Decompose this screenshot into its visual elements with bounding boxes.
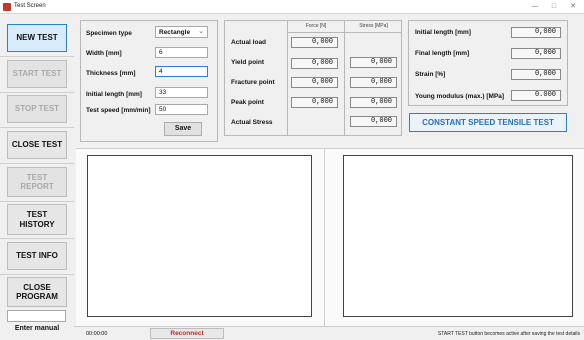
new-test-label: NEW TEST: [16, 33, 58, 43]
width-input[interactable]: 6: [155, 47, 208, 58]
sidebar-divider: [0, 201, 74, 202]
test-history-button[interactable]: TEST HISTORY: [7, 204, 67, 235]
save-button[interactable]: Save: [164, 122, 202, 136]
start-test-button[interactable]: START TEST: [7, 60, 67, 88]
result-initial-length-label: Initial length [mm]: [415, 29, 471, 36]
test-info-label: TEST INFO: [16, 251, 58, 261]
test-history-label: TEST HISTORY: [19, 210, 55, 229]
result-initial-length-value: 0,000: [511, 27, 561, 38]
sidebar-divider: [0, 274, 74, 275]
chart-divider: [324, 148, 325, 326]
test-report-label: TEST REPORT: [20, 172, 54, 191]
stress-chart-canvas: [343, 155, 573, 317]
close-program-label: CLOSE PROGRAM: [16, 282, 58, 301]
peak-force-value: 0,000: [291, 97, 338, 108]
stress-column-header: Stress [MPa]: [359, 23, 388, 29]
width-label: Width [mm]: [86, 50, 122, 57]
actual-load-label: Actual load: [231, 39, 267, 46]
title-bar: Test Screen — □ ✕: [0, 0, 584, 14]
actual-stress-label: Actual Stress: [231, 119, 273, 126]
sidebar-divider: [0, 56, 74, 57]
elapsed-time: 00:00:00: [86, 331, 108, 337]
force-chart-canvas: [87, 155, 312, 317]
test-speed-label: Test speed [mm/min]: [86, 107, 151, 114]
fracture-force-value: 0,000: [291, 77, 338, 88]
close-window-button[interactable]: ✕: [564, 2, 582, 12]
close-test-label: CLOSE TEST: [11, 140, 63, 150]
reconnect-button[interactable]: Reconnect: [150, 328, 224, 339]
stop-test-label: STOP TEST: [14, 104, 60, 114]
specimen-type-label: Specimen type: [86, 30, 132, 37]
start-test-label: START TEST: [12, 69, 62, 79]
enter-manual-label: Enter manual: [14, 325, 60, 332]
specimen-type-select[interactable]: Rectangle ⌄: [155, 26, 208, 38]
close-program-button[interactable]: CLOSE PROGRAM: [7, 277, 67, 307]
peak-point-label: Peak point: [231, 99, 264, 106]
close-test-button[interactable]: CLOSE TEST: [7, 131, 67, 159]
peak-stress-value: 0,000: [350, 97, 397, 108]
test-info-button[interactable]: TEST INFO: [7, 242, 67, 270]
young-modulus-value: 0.000: [511, 90, 561, 101]
new-test-button[interactable]: NEW TEST: [7, 24, 67, 52]
thickness-label: Thickness [mm]: [86, 70, 136, 77]
thickness-input[interactable]: 4: [155, 66, 208, 77]
divider: [344, 20, 345, 136]
maximize-button[interactable]: □: [545, 2, 563, 12]
sidebar-divider: [0, 163, 74, 164]
yield-force-value: 0,000: [291, 58, 338, 69]
yield-point-label: Yield point: [231, 59, 264, 66]
window-title: Test Screen: [14, 3, 46, 9]
fracture-stress-value: 0,000: [350, 77, 397, 88]
initial-length-label: Initial length [mm]: [86, 91, 142, 98]
divider: [287, 20, 288, 136]
strain-label: Strain [%]: [415, 71, 446, 78]
actual-stress-value: 0,000: [350, 116, 397, 127]
actual-load-value: 0,000: [291, 37, 338, 48]
test-speed-input[interactable]: 50: [155, 104, 208, 115]
force-column-header: Force [N]: [305, 23, 327, 29]
stop-test-button[interactable]: STOP TEST: [7, 95, 67, 123]
test-report-button[interactable]: TEST REPORT: [7, 167, 67, 197]
manual-entry-input[interactable]: [7, 310, 66, 322]
yield-stress-value: 0,000: [350, 57, 397, 68]
sidebar-divider: [0, 127, 74, 128]
status-message: START TEST button becomes active after s…: [437, 331, 580, 337]
young-modulus-label: Young modulus (max.) [MPa]: [415, 93, 505, 100]
final-length-value: 0,000: [511, 48, 561, 59]
sidebar-divider: [0, 238, 74, 239]
app-icon: [3, 3, 11, 11]
strain-value: 0,000: [511, 69, 561, 80]
sidebar-divider: [0, 92, 74, 93]
divider: [287, 32, 402, 33]
specimen-type-value: Rectangle: [159, 29, 191, 36]
sidebar: NEW TEST START TEST STOP TEST CLOSE TEST…: [0, 14, 74, 340]
initial-length-input[interactable]: 33: [155, 87, 208, 98]
final-length-label: Final length [mm]: [415, 50, 470, 57]
minimize-button[interactable]: —: [526, 2, 544, 12]
chevron-down-icon: ⌄: [198, 28, 204, 35]
constant-speed-tensile-test-button[interactable]: CONSTANT SPEED TENSILE TEST: [409, 113, 567, 132]
status-bar: 00:00:00 Reconnect START TEST button bec…: [74, 326, 584, 340]
fracture-point-label: Fracture point: [231, 79, 275, 86]
